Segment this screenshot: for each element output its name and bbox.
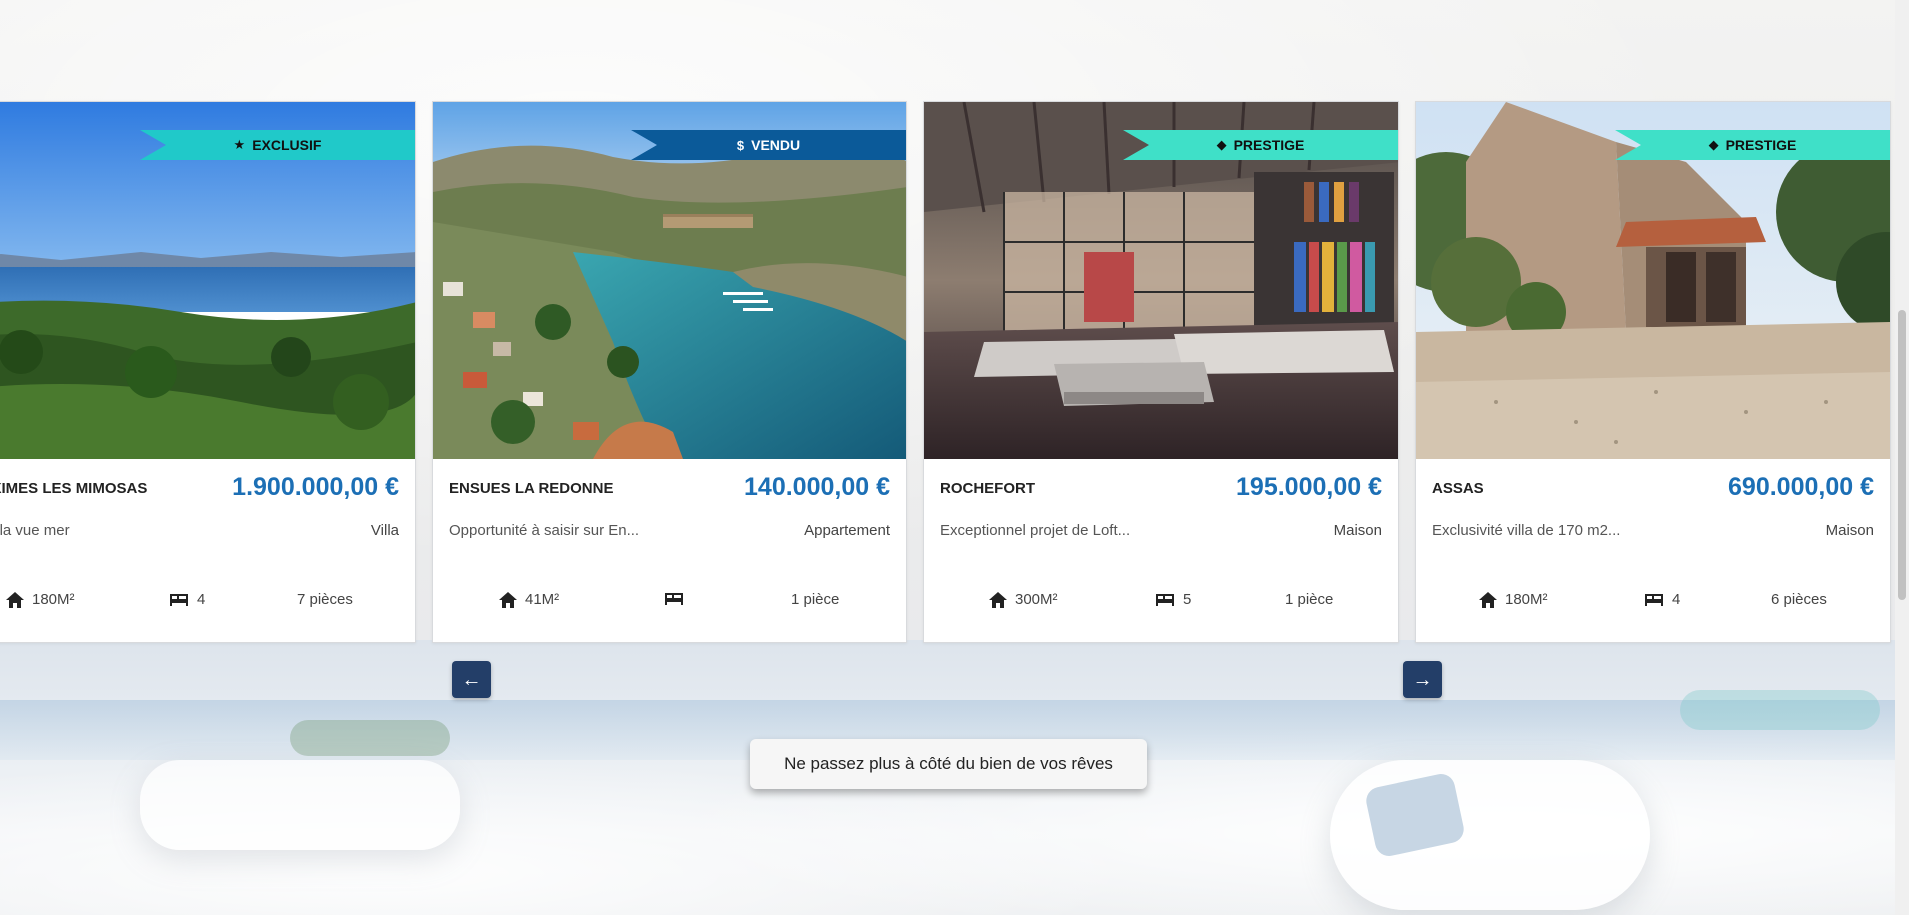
diamond-icon: ◆: [1708, 137, 1719, 152]
tagline-banner[interactable]: Ne passez plus à côté du bien de vos rêv…: [750, 739, 1147, 789]
listing-info: ENSUES LA REDONNE 140.000,00 € Opportuni…: [433, 459, 906, 642]
listing-city: ENSUES LA REDONNE: [449, 480, 614, 497]
arrow-right-icon: →: [1412, 668, 1433, 691]
dollar-icon: $: [736, 137, 745, 153]
listing-bedrooms: 4: [169, 591, 205, 608]
carousel-next-button[interactable]: →: [1403, 661, 1442, 698]
bed-icon: [665, 593, 683, 605]
bedrooms-value: 4: [1672, 591, 1681, 608]
listing-surface: 41M²: [499, 591, 559, 608]
surface-value: 300M²: [1015, 591, 1058, 608]
listing-info: ROCHEFORT 195.000,00 € Exceptionnel proj…: [924, 459, 1398, 642]
bedrooms-value: 4: [197, 591, 206, 608]
bedrooms-value: 5: [1183, 591, 1192, 608]
bed-icon: [1156, 593, 1174, 606]
listing-city: SAINTES MAXIMES LES MIMOSAS: [0, 480, 148, 497]
house-icon: [6, 591, 24, 608]
badge-band: ◆ PRESTIGE: [1615, 130, 1890, 160]
listing-surface: 180M²: [6, 591, 75, 608]
listing-rooms: 7 pièces: [297, 591, 353, 608]
listing-rooms: 1 pièce: [1285, 591, 1334, 608]
listing-badge: $ VENDU: [631, 130, 906, 160]
listing-surface: 180M²: [1479, 591, 1548, 608]
listing-type: Maison: [1825, 522, 1874, 539]
listing-description: Exclusivité - Villa vue mer: [0, 522, 70, 539]
house-icon: [499, 591, 517, 608]
bed-icon: [170, 593, 188, 606]
arrow-left-icon: ←: [461, 668, 482, 691]
listing-card[interactable]: ★ EXCLUSIF SAINTES MAXIMES LES MIMOSAS 1…: [0, 101, 416, 643]
badge-band: $ VENDU: [631, 130, 906, 160]
listing-rooms: 6 pièces: [1771, 591, 1827, 608]
listing-type: Appartement: [804, 522, 890, 539]
surface-value: 180M²: [1505, 591, 1548, 608]
listing-description: Exclusivité villa de 170 m2...: [1432, 522, 1621, 539]
listing-card[interactable]: ◆ PRESTIGE ASSAS 690.000,00 € Exclusivit…: [1415, 101, 1891, 643]
listing-description: Exceptionnel projet de Loft...: [940, 522, 1131, 539]
listing-price: 140.000,00 €: [744, 473, 890, 501]
surface-value: 180M²: [32, 591, 75, 608]
star-icon: ★: [233, 137, 246, 152]
listing-city: ASSAS: [1432, 480, 1484, 497]
house-icon: [1479, 591, 1497, 608]
listing-info: ASSAS 690.000,00 € Exclusivité villa de …: [1416, 459, 1890, 642]
listing-city: ROCHEFORT: [940, 480, 1035, 497]
surface-value: 41M²: [525, 591, 560, 608]
listing-bedrooms: 4: [1644, 591, 1680, 608]
scrollbar-thumb[interactable]: [1898, 310, 1906, 600]
badge-label: PRESTIGE: [1233, 137, 1305, 153]
listing-rooms: 1 pièce: [791, 591, 840, 608]
background-sofa: [140, 760, 460, 850]
listing-card[interactable]: $ VENDU ENSUES LA REDONNE 140.000,00 € O…: [432, 101, 907, 643]
diamond-icon: ◆: [1216, 137, 1227, 152]
bed-icon: [1645, 593, 1663, 606]
carousel-prev-button[interactable]: ←: [452, 661, 491, 698]
listing-bedrooms: 5: [1155, 591, 1191, 608]
listing-type: Villa: [370, 522, 399, 539]
listing-badge: ◆ PRESTIGE: [1123, 130, 1398, 160]
listing-card[interactable]: ◆ PRESTIGE ROCHEFORT 195.000,00 € Except…: [923, 101, 1399, 643]
house-icon: [989, 591, 1007, 608]
listing-badge: ◆ PRESTIGE: [1615, 130, 1890, 160]
background-lounge: [1680, 690, 1880, 730]
badge-label: EXCLUSIF: [252, 137, 322, 153]
background-plants: [290, 720, 450, 756]
listing-surface: 300M²: [989, 591, 1058, 608]
vertical-scrollbar[interactable]: [1895, 0, 1909, 915]
badge-label: PRESTIGE: [1725, 137, 1797, 153]
badge-band: ★ EXCLUSIF: [140, 130, 415, 160]
badge-band: ◆ PRESTIGE: [1123, 130, 1398, 160]
listing-price: 1.900.000,00 €: [232, 473, 399, 501]
listing-bedrooms: [664, 591, 692, 607]
listing-price: 195.000,00 €: [1236, 473, 1382, 501]
listing-price: 690.000,00 €: [1728, 473, 1874, 501]
listing-badge: ★ EXCLUSIF: [140, 130, 415, 160]
listing-description: Opportunité à saisir sur En...: [449, 522, 640, 539]
listing-info: SAINTES MAXIMES LES MIMOSAS 1.900.000,00…: [0, 459, 415, 642]
badge-label: VENDU: [751, 137, 801, 153]
listing-type: Maison: [1333, 522, 1382, 539]
